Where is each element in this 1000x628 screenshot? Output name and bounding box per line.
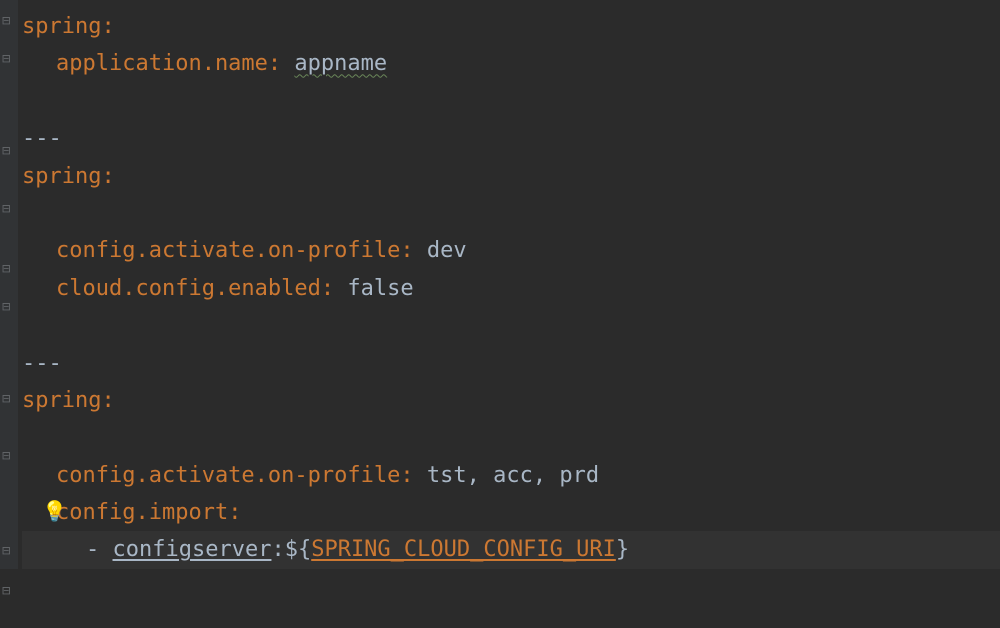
yaml-key: spring — [22, 164, 101, 189]
fold-icon[interactable]: ⊟ — [2, 48, 10, 72]
colon: : — [400, 238, 413, 263]
env-variable: SPRING_CLOUD_CONFIG_URI — [311, 537, 616, 562]
yaml-value-link: configserver — [113, 537, 272, 562]
colon: : — [101, 14, 114, 39]
fold-icon[interactable]: ⊟ — [2, 388, 10, 412]
fold-icon[interactable]: ⊟ — [2, 10, 10, 34]
lightbulb-icon[interactable]: 💡 — [42, 494, 67, 528]
yaml-key: cloud.config.enabled — [56, 276, 321, 301]
code-line[interactable]: --- — [22, 120, 1000, 157]
code-line[interactable]: --- — [22, 345, 1000, 382]
code-line[interactable]: config.activate.on-profile: tst, acc, pr… — [22, 457, 1000, 494]
yaml-key: spring — [22, 388, 101, 413]
yaml-key: config.import — [56, 500, 228, 525]
fold-icon[interactable]: ⊟ — [2, 540, 10, 564]
yaml-value: :${ — [271, 537, 311, 562]
colon: : — [400, 463, 413, 488]
colon: : — [268, 51, 281, 76]
code-content[interactable]: spring: application.name: appname --- sp… — [0, 8, 1000, 569]
fold-icon[interactable]: ⊟ — [2, 140, 10, 164]
colon: : — [101, 388, 114, 413]
yaml-key: config.activate.on-profile — [56, 238, 400, 263]
fold-icon[interactable]: ⊟ — [2, 258, 10, 282]
code-line[interactable]: spring: — [22, 158, 1000, 195]
yaml-value: appname — [294, 51, 387, 76]
code-editor[interactable]: ⊟ ⊟ ⊟ ⊟ ⊟ ⊟ ⊟ ⊟ ⊟ ⊟ spring: application.… — [0, 0, 1000, 569]
colon: : — [101, 164, 114, 189]
yaml-value: false — [347, 276, 413, 301]
colon: : — [228, 500, 241, 525]
code-line[interactable]: spring: — [22, 382, 1000, 419]
fold-icon[interactable]: ⊟ — [2, 580, 10, 604]
blank-line[interactable] — [22, 83, 1000, 120]
code-line[interactable]: 💡config.import: — [22, 494, 1000, 531]
yaml-doc-separator: --- — [22, 351, 62, 376]
blank-line[interactable] — [22, 419, 1000, 456]
colon: : — [321, 276, 334, 301]
yaml-key: spring — [22, 14, 101, 39]
code-line[interactable]: config.activate.on-profile: dev — [22, 232, 1000, 269]
fold-icon[interactable]: ⊟ — [2, 296, 10, 320]
yaml-key: config.activate.on-profile — [56, 463, 400, 488]
yaml-value: tst, acc, prd — [427, 463, 599, 488]
fold-icon[interactable]: ⊟ — [2, 445, 10, 469]
yaml-value: } — [616, 537, 629, 562]
yaml-key: application.name — [56, 51, 268, 76]
fold-icon[interactable]: ⊟ — [2, 198, 10, 222]
yaml-doc-separator: --- — [22, 126, 62, 151]
blank-line[interactable] — [22, 195, 1000, 232]
yaml-value: dev — [427, 238, 467, 263]
code-line[interactable]: cloud.config.enabled: false — [22, 270, 1000, 307]
yaml-list-dash: - — [86, 537, 113, 562]
code-line[interactable]: - configserver:${SPRING_CLOUD_CONFIG_URI… — [22, 531, 1000, 568]
code-line[interactable]: spring: — [22, 8, 1000, 45]
blank-line[interactable] — [22, 307, 1000, 344]
code-line[interactable]: application.name: appname — [22, 45, 1000, 82]
editor-gutter: ⊟ ⊟ ⊟ ⊟ ⊟ ⊟ ⊟ ⊟ ⊟ ⊟ — [0, 0, 18, 569]
